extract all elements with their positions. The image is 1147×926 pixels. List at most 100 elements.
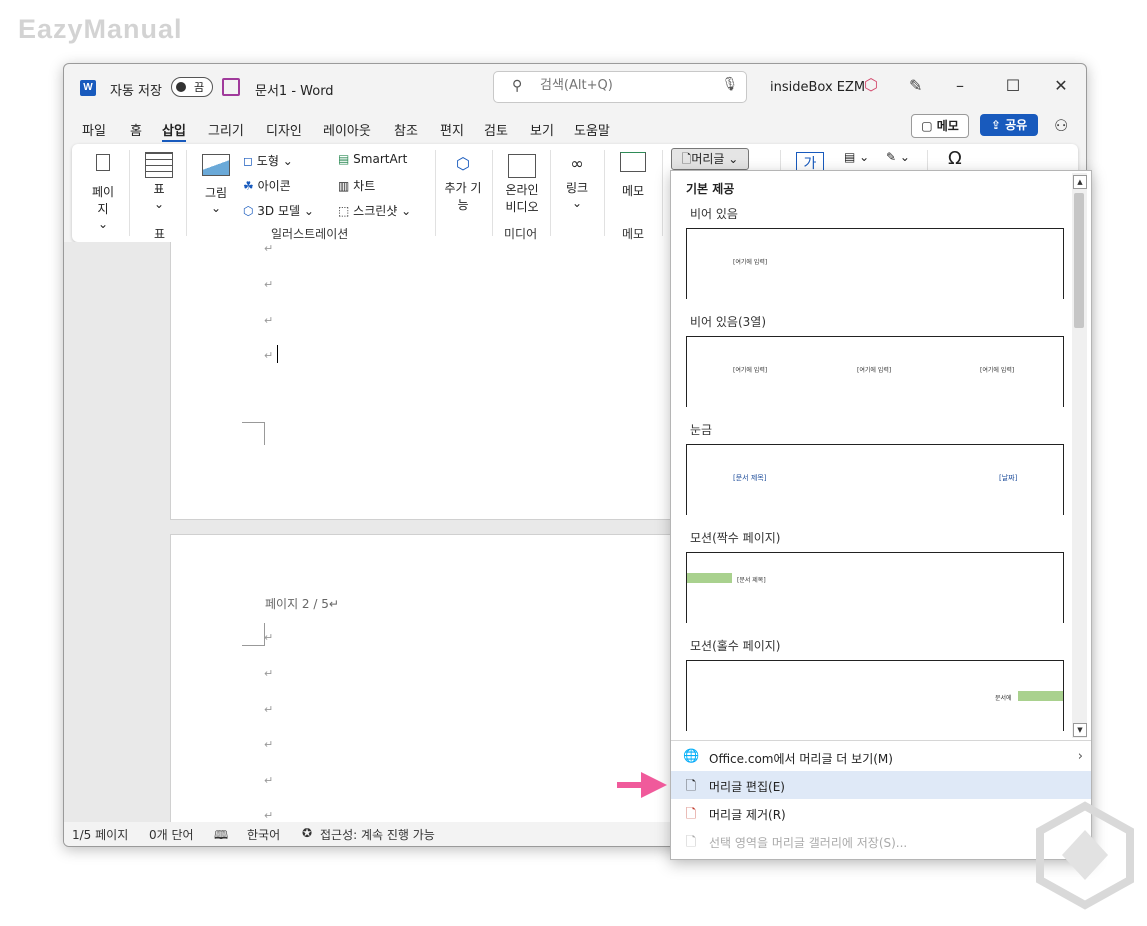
watermark-hexagon-icon [1036, 801, 1134, 910]
text-cursor [277, 345, 278, 363]
tab-references[interactable]: 참조 [394, 120, 418, 139]
icons-button[interactable]: ☘ 아이콘 [243, 177, 291, 194]
comment-label: 메모 [621, 184, 645, 198]
menu-more-headers-label: Office.com에서 머리글 더 보기(M) [709, 752, 893, 766]
chart-button[interactable]: ▥ 차트 [338, 177, 375, 194]
online-video-label-1: 온라인 [505, 183, 539, 197]
gallery-item-motion-even[interactable]: [문서 제목] [686, 552, 1064, 623]
smartart-button[interactable]: ▤ SmartArt [338, 152, 407, 166]
table-button[interactable]: 표 ⌄ [144, 152, 174, 211]
placeholder-text: [문서 제목] [737, 577, 766, 584]
status-accessibility[interactable]: 접근성: 계속 진행 가능 [320, 826, 435, 843]
tab-mailings[interactable]: 편지 [440, 120, 464, 139]
menu-edit-header[interactable]: 🗋 머리글 편집(E) [671, 771, 1091, 799]
menu-divider [671, 740, 1091, 741]
online-video-button[interactable]: 온라인 비디오 [500, 154, 544, 215]
status-word-count[interactable]: 0개 단어 [149, 826, 194, 843]
menu-remove-header[interactable]: 🗋 머리글 제거(R) [671, 799, 1091, 827]
designer-pen-icon[interactable]: ✎ [909, 76, 922, 95]
paragraph-mark: ↵ [264, 703, 274, 716]
screenshot-icon: ⬚ [338, 204, 354, 218]
header-save-icon: 🗋 [685, 835, 697, 850]
search-box[interactable]: ⚲ 🎙 [493, 71, 747, 103]
comment-button[interactable]: 메모 [618, 152, 648, 199]
gallery-item-grid[interactable]: [문서 제목] [날짜] [686, 444, 1064, 515]
watermark-logo: EazyManual [18, 14, 183, 44]
addins-icon: ⬡ [456, 154, 470, 173]
save-icon[interactable] [222, 78, 240, 96]
page-1[interactable]: ↵ ↵ ↵ ↵ [170, 242, 692, 520]
chart-icon: ▥ [338, 179, 354, 193]
screenshot-button[interactable]: ⬚ 스크린샷 ⌄ [338, 202, 411, 219]
margin-corner [242, 623, 265, 646]
symbol-button[interactable]: Ω [948, 148, 962, 169]
picture-label: 그림 [204, 186, 228, 200]
tab-home[interactable]: 홈 [130, 120, 142, 139]
media-group-label: 미디어 [504, 227, 538, 241]
tab-draw[interactable]: 그리기 [208, 120, 244, 139]
user-name[interactable]: insideBox EZM [770, 80, 865, 95]
picture-button[interactable]: 그림 ⌄ [201, 154, 231, 215]
tab-layout[interactable]: 레이아웃 [323, 120, 371, 139]
page-label: 페이지 [91, 185, 115, 216]
3d-models-button[interactable]: ⬡ 3D 모델 ⌄ [243, 202, 314, 219]
tab-view[interactable]: 보기 [530, 120, 554, 139]
scroll-up-icon[interactable]: ▲ [1073, 175, 1087, 189]
link-icon: ∞ [570, 154, 584, 173]
person-icon[interactable]: ⚇ [1054, 116, 1068, 135]
chevron-down-icon: ⌄ [97, 217, 109, 231]
close-button[interactable]: ✕ [1047, 74, 1075, 98]
menu-more-headers[interactable]: 🌐 Office.com에서 머리글 더 보기(M) › [671, 743, 1091, 771]
header-button[interactable]: 🗋머리글 ⌄ [671, 148, 749, 170]
scroll-thumb[interactable] [1074, 193, 1084, 328]
picture-icon [202, 154, 230, 176]
tab-review[interactable]: 검토 [484, 120, 508, 139]
gallery-item-label: 모션(홀수 페이지) [690, 639, 781, 653]
gallery-scrollbar[interactable]: ▲ ▼ [1072, 173, 1087, 738]
search-input[interactable] [538, 77, 712, 94]
comments-label: 메모 [936, 119, 959, 133]
gallery-item-blank-3col[interactable]: [여기에 입력] [여기에 입력] [여기에 입력] [686, 336, 1064, 407]
autosave-toggle[interactable]: 끔 [171, 77, 213, 97]
menu-edit-header-label: 머리글 편집(E) [709, 780, 785, 794]
quick-parts-icon[interactable]: ▤ ⌄ [844, 150, 869, 164]
placeholder-text: [여기에 입력] [733, 367, 768, 374]
tab-design[interactable]: 디자인 [266, 120, 302, 139]
minimize-button[interactable]: – [946, 74, 974, 98]
placeholder-text: [여기에 입력] [857, 367, 892, 374]
page-number-header: 페이지 2 / 5↵ [265, 597, 339, 611]
microphone-icon[interactable]: 🎙 [721, 77, 738, 92]
comment-group-label: 메모 [622, 227, 645, 241]
page-button[interactable]: 페이지 ⌄ [88, 154, 118, 231]
illustrations-group-label: 일러스트레이션 [271, 227, 349, 241]
tab-help[interactable]: 도움말 [574, 120, 610, 139]
shapes-button[interactable]: ◻ 도형 ⌄ [243, 152, 293, 169]
status-language[interactable]: 한국어 [247, 826, 280, 843]
addins-label-line1: 추가 기 [444, 181, 482, 195]
icons-icon: ☘ [243, 179, 258, 193]
page-2[interactable]: 페이지 2 / 5↵ ↵ ↵ ↵ ↵ ↵ ↵ [170, 534, 692, 836]
menu-save-to-gallery-label: 선택 영역을 머리글 갤러리에 저장(S)... [709, 836, 908, 850]
gallery-item-blank[interactable]: [여기에 입력] [686, 228, 1064, 299]
paragraph-mark: ↵ [264, 314, 274, 327]
addins-button[interactable]: ⬡ 추가 기 능 [438, 154, 488, 213]
chevron-down-icon: ⌄ [571, 196, 583, 210]
maximize-button[interactable]: ☐ [999, 74, 1027, 98]
placeholder-text: [여기에 입력] [980, 367, 1015, 374]
scroll-down-icon[interactable]: ▼ [1073, 723, 1087, 737]
gallery-item-motion-odd[interactable]: 문서에 [686, 660, 1064, 731]
online-video-label-2: 비디오 [505, 200, 539, 214]
share-button[interactable]: ⇪ 공유 [980, 114, 1038, 136]
tab-insert[interactable]: 삽입 [162, 120, 186, 142]
video-icon [508, 154, 536, 178]
comments-button[interactable]: ▢ 메모 [911, 114, 969, 138]
proofing-icon[interactable]: 🕮 [214, 826, 228, 846]
smartart-label: SmartArt [353, 152, 408, 166]
signature-icon[interactable]: ✎ ⌄ [886, 150, 910, 164]
status-page-count[interactable]: 1/5 페이지 [72, 826, 128, 843]
word-app-icon: W [80, 80, 96, 96]
table-icon [145, 152, 173, 178]
link-button[interactable]: ∞ 링크 ⌄ [562, 154, 592, 210]
user-avatar-icon[interactable]: ⬡ [864, 75, 880, 94]
tab-file[interactable]: 파일 [82, 120, 106, 139]
